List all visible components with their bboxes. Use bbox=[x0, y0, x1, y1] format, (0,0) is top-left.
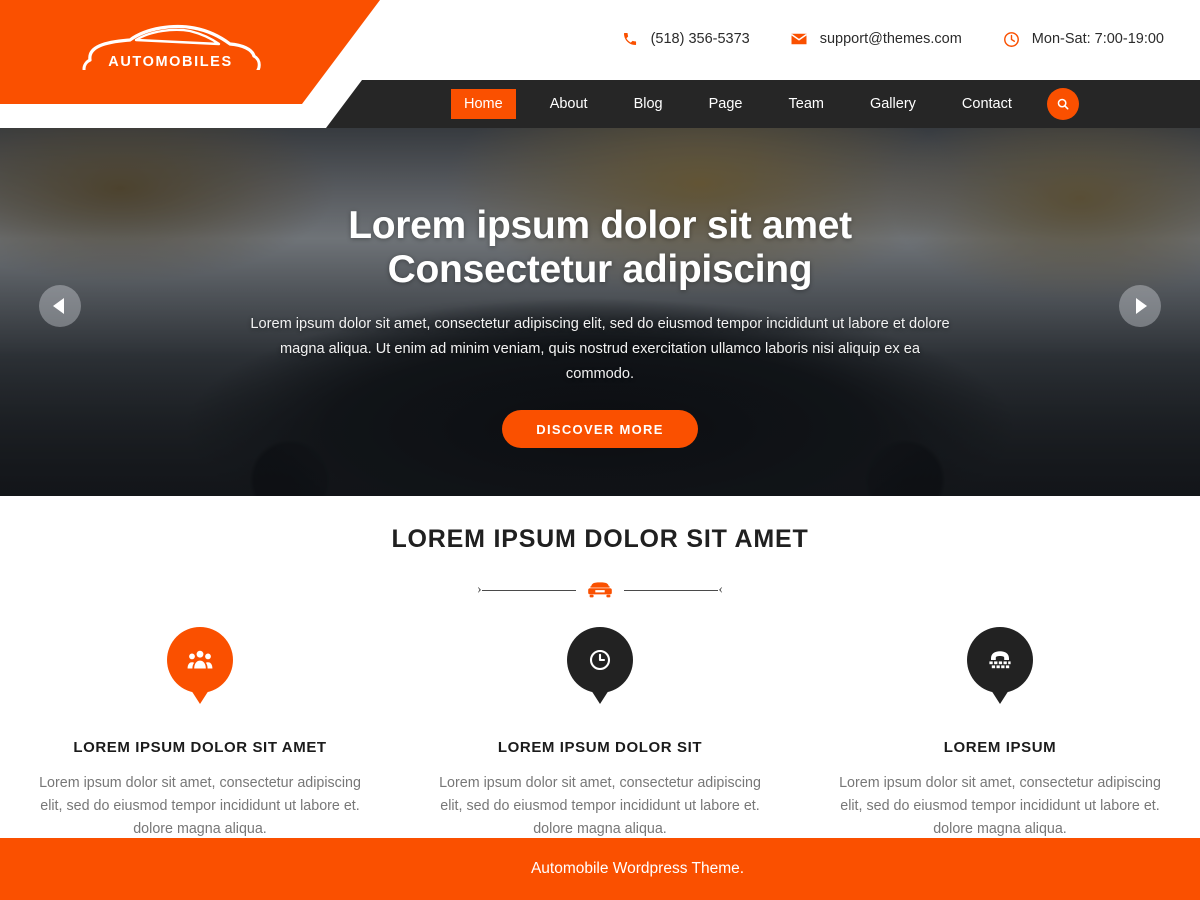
search-icon bbox=[1057, 98, 1069, 110]
users-group-icon bbox=[187, 650, 213, 669]
contact-email-text: support@themes.com bbox=[819, 31, 962, 47]
contact-phone-text: (518) 356-5373 bbox=[650, 31, 750, 47]
service-card[interactable]: LOREM IPSUM Lorem ipsum dolor sit amet, … bbox=[800, 627, 1200, 841]
service-card-title: LOREM IPSUM DOLOR SIT bbox=[497, 739, 703, 756]
nav-item-contact[interactable]: Contact bbox=[950, 90, 1024, 119]
service-card[interactable]: LOREM IPSUM DOLOR SIT Lorem ipsum dolor … bbox=[400, 627, 800, 841]
service-card-text: Lorem ipsum dolor sit amet, consectetur … bbox=[439, 775, 761, 837]
contact-email[interactable]: support@themes.com bbox=[790, 30, 962, 49]
service-card-title: LOREM IPSUM bbox=[943, 739, 1057, 756]
nav-list: Home About Blog Page Team Gallery Contac… bbox=[440, 80, 1035, 128]
logo-text: AUTOMOBILES bbox=[108, 54, 233, 70]
nav-item-page[interactable]: Page bbox=[697, 90, 755, 119]
nav-item-home[interactable]: Home bbox=[451, 88, 516, 120]
service-cards: LOREM IPSUM DOLOR SIT AMET Lorem ipsum d… bbox=[0, 627, 1200, 841]
service-card-title: LOREM IPSUM DOLOR SIT AMET bbox=[73, 739, 327, 756]
hero-content: Lorem ipsum dolor sit amet Consectetur a… bbox=[0, 128, 1200, 496]
contact-hours-text: Mon-Sat: 7:00-19:00 bbox=[1031, 31, 1164, 47]
contact-hours: Mon-Sat: 7:00-19:00 bbox=[1002, 30, 1164, 49]
contact-phone[interactable]: (518) 356-5373 bbox=[621, 30, 750, 49]
site-header: AUTOMOBILES (518) 356-5373 support@theme… bbox=[0, 0, 1200, 128]
hero-title: Lorem ipsum dolor sit amet Consectetur a… bbox=[348, 204, 852, 292]
service-card-text: Lorem ipsum dolor sit amet, consectetur … bbox=[39, 775, 361, 837]
site-footer: Automobile Wordpress Theme. bbox=[0, 838, 1200, 900]
phone-icon bbox=[621, 30, 640, 49]
main-navigation: Home About Blog Page Team Gallery Contac… bbox=[326, 80, 1200, 128]
chevron-right-icon bbox=[1136, 298, 1147, 314]
nav-item-about[interactable]: About bbox=[538, 90, 600, 119]
hero-description: Lorem ipsum dolor sit amet, consectetur … bbox=[250, 316, 950, 382]
discover-more-button[interactable]: DISCOVER MORE bbox=[502, 410, 698, 448]
topbar-contacts: (518) 356-5373 support@themes.com Mon-Sa… bbox=[380, 0, 1200, 78]
hero-title-line1: Lorem ipsum dolor sit amet bbox=[348, 204, 852, 247]
nav-item-gallery[interactable]: Gallery bbox=[858, 90, 928, 119]
hero-slider: Lorem ipsum dolor sit amet Consectetur a… bbox=[0, 128, 1200, 496]
services-section: LOREM IPSUM DOLOR SIT AMET › ‹ LOREM IPS… bbox=[0, 496, 1200, 838]
service-icon-pin bbox=[167, 627, 233, 693]
nav-item-blog[interactable]: Blog bbox=[622, 90, 675, 119]
logo[interactable]: AUTOMOBILES bbox=[78, 20, 263, 84]
envelope-icon bbox=[790, 30, 809, 49]
service-card-text: Lorem ipsum dolor sit amet, consectetur … bbox=[839, 775, 1161, 837]
telephone-icon bbox=[989, 651, 1011, 669]
service-icon-pin bbox=[567, 627, 633, 693]
nav-item-team[interactable]: Team bbox=[777, 90, 836, 119]
divider-line-left bbox=[481, 589, 576, 591]
hero-title-line2: Consectetur adipiscing bbox=[387, 248, 813, 291]
divider-line-right bbox=[624, 589, 719, 591]
clock-icon bbox=[589, 649, 611, 671]
car-front-icon bbox=[587, 581, 613, 599]
divider-cap-right: ‹ bbox=[718, 582, 723, 597]
search-button[interactable] bbox=[1047, 88, 1079, 120]
slider-next-button[interactable] bbox=[1119, 285, 1161, 327]
footer-text: Automobile Wordpress Theme. bbox=[530, 860, 745, 877]
slider-prev-button[interactable] bbox=[39, 285, 81, 327]
logo-block[interactable]: AUTOMOBILES bbox=[0, 0, 380, 104]
section-divider: › ‹ bbox=[477, 576, 723, 604]
service-icon-pin bbox=[967, 627, 1033, 693]
chevron-left-icon bbox=[53, 298, 64, 314]
section-title: LOREM IPSUM DOLOR SIT AMET bbox=[391, 525, 809, 553]
clock-icon bbox=[1002, 30, 1021, 49]
service-card[interactable]: LOREM IPSUM DOLOR SIT AMET Lorem ipsum d… bbox=[0, 627, 400, 841]
